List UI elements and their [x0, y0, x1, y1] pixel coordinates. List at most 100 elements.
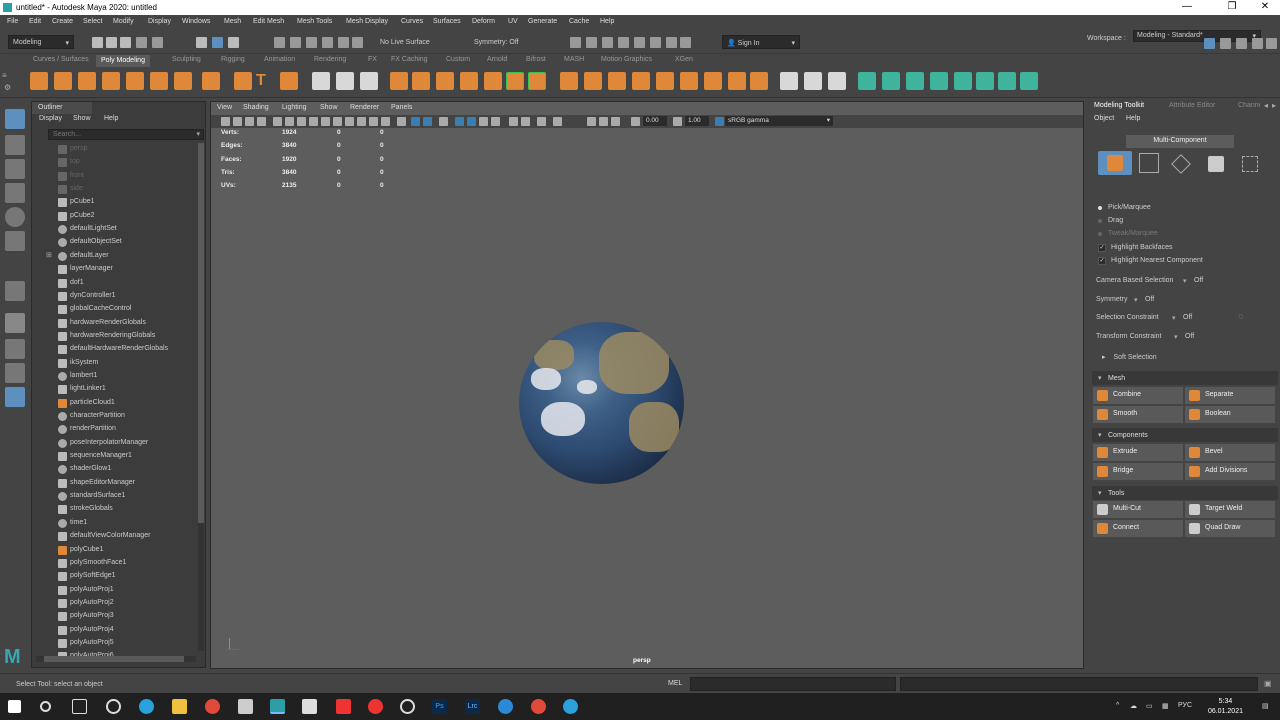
multi-component-button[interactable]: Multi-Component: [1126, 135, 1234, 148]
outliner-layout-icon[interactable]: [5, 387, 25, 407]
select-object-icon[interactable]: [212, 37, 223, 48]
planar-map-icon[interactable]: [882, 72, 900, 90]
chrome-icon[interactable]: [531, 699, 546, 714]
tray-chevron-icon[interactable]: ^: [1116, 702, 1119, 709]
field-chart-icon[interactable]: [321, 117, 330, 126]
cloud-icon[interactable]: ☁: [1130, 702, 1137, 710]
render-settings-icon[interactable]: [618, 37, 629, 48]
resolution-gate-icon[interactable]: [297, 117, 306, 126]
lasso-tool-icon[interactable]: [5, 135, 25, 155]
snap-point-icon[interactable]: [306, 37, 317, 48]
render-frame-icon[interactable]: [570, 37, 581, 48]
combine-icon[interactable]: [390, 72, 408, 90]
smooth-shade-icon[interactable]: [369, 117, 378, 126]
chrome-icon[interactable]: [205, 699, 220, 714]
menu-windows[interactable]: Windows: [182, 18, 210, 25]
super-shape-icon[interactable]: [234, 72, 252, 90]
chevron-down-icon[interactable]: ▾: [196, 130, 200, 138]
file-explorer-icon[interactable]: [172, 699, 187, 714]
mesh-section-header[interactable]: ▾ Mesh: [1092, 371, 1278, 385]
close-button[interactable]: ✕: [1250, 1, 1280, 12]
fill-hole-icon[interactable]: [656, 72, 674, 90]
save-scene-icon[interactable]: [120, 37, 131, 48]
camera-gamma-icon[interactable]: [599, 117, 608, 126]
pause-icon[interactable]: [680, 37, 691, 48]
ipr-render-icon[interactable]: [602, 37, 613, 48]
chevron-down-icon[interactable]: ▾: [1134, 296, 1138, 304]
platonic-solid-icon[interactable]: [202, 72, 220, 90]
cut-uv-icon[interactable]: [1020, 72, 1038, 90]
camera-based-selection-option[interactable]: Camera Based Selection ▾ Off: [1096, 277, 1203, 285]
menu-modify[interactable]: Modify: [113, 18, 134, 25]
bevel-button[interactable]: Bevel: [1185, 444, 1275, 461]
svg-icon[interactable]: [280, 72, 298, 90]
app-icon[interactable]: [238, 699, 253, 714]
maximize-button[interactable]: ❐: [1217, 1, 1247, 12]
new-scene-icon[interactable]: [92, 37, 103, 48]
poly-disc-icon[interactable]: [174, 72, 192, 90]
lang-indicator[interactable]: РУС: [1178, 702, 1192, 709]
menu-cache[interactable]: Cache: [569, 18, 589, 25]
notification-icon[interactable]: ▤: [1262, 702, 1269, 710]
boolean-icon[interactable]: [460, 72, 478, 90]
shadows-icon[interactable]: [439, 117, 448, 126]
windows-start-icon[interactable]: [8, 700, 21, 713]
select-component-icon[interactable]: [228, 37, 239, 48]
grid-icon[interactable]: [273, 117, 282, 126]
exposure-icon[interactable]: [631, 117, 640, 126]
boolean-button[interactable]: Boolean: [1185, 406, 1275, 423]
color-management-icon[interactable]: [715, 117, 724, 126]
quad-draw-icon[interactable]: [828, 72, 846, 90]
select-hierarchy-icon[interactable]: [196, 37, 207, 48]
film-gate-icon[interactable]: [285, 117, 294, 126]
depth-of-field-icon[interactable]: [491, 117, 500, 126]
smooth-icon[interactable]: [436, 72, 454, 90]
command-input[interactable]: [690, 677, 896, 691]
chevron-down-icon[interactable]: ▾: [1172, 314, 1176, 322]
bridge-button[interactable]: Bridge: [1093, 463, 1183, 480]
xray-active-icon[interactable]: [537, 117, 546, 126]
obs-icon[interactable]: [400, 699, 415, 714]
symmetry-option[interactable]: Symmetry ▾ Off: [1096, 296, 1154, 304]
select-tool-icon[interactable]: [5, 109, 25, 129]
tab-channel-box[interactable]: Channel: [1238, 102, 1260, 109]
soft-selection-section[interactable]: ▸ Soft Selection: [1102, 353, 1157, 361]
camera-attributes-icon[interactable]: [233, 117, 242, 126]
poly-sphere-icon[interactable]: [30, 72, 48, 90]
extract-icon[interactable]: [484, 72, 502, 90]
tab-modeling-toolkit[interactable]: Modeling Toolkit: [1094, 102, 1144, 109]
shelf-tab-motion-graphics[interactable]: Motion Graphics: [601, 56, 652, 63]
bookmark-icon[interactable]: [245, 117, 254, 126]
shelf-tab-arnold[interactable]: Arnold: [487, 56, 507, 63]
outliner-menu-display[interactable]: Display: [39, 115, 62, 122]
menu-mesh-display[interactable]: Mesh Display: [346, 18, 388, 25]
symmetry-label[interactable]: Symmetry: Off: [474, 39, 519, 46]
shelf-tab-animation[interactable]: Animation: [264, 56, 295, 63]
insert-edge-loop-icon[interactable]: [750, 72, 768, 90]
exposure-field[interactable]: 0.00: [643, 116, 667, 126]
face-mode-icon[interactable]: [1208, 156, 1224, 172]
particle-icon[interactable]: [360, 72, 378, 90]
network-icon[interactable]: ▦: [1162, 702, 1169, 710]
shelf-tab-bifrost[interactable]: Bifrost: [526, 56, 546, 63]
selection-constraint-option[interactable]: Selection Constraint ▾ Off 0: [1096, 314, 1243, 322]
channel-box-toggle-icon[interactable]: [1252, 38, 1263, 49]
shelf-tab-poly-modeling[interactable]: Poly Modeling: [96, 55, 150, 67]
attribute-editor-toggle-icon[interactable]: [1220, 38, 1231, 49]
menu-help[interactable]: Help: [600, 18, 614, 25]
telegram-icon[interactable]: [563, 699, 578, 714]
auto-map-icon[interactable]: [954, 72, 972, 90]
light-editor-icon[interactable]: [666, 37, 677, 48]
safe-title-icon[interactable]: [345, 117, 354, 126]
ambient-occlusion-icon[interactable]: [455, 117, 464, 126]
merge-icon[interactable]: [680, 72, 698, 90]
chevron-left-icon[interactable]: ◂: [1264, 101, 1268, 110]
constraint-value-field[interactable]: 0: [1239, 314, 1243, 321]
menu-mesh-tools[interactable]: Mesh Tools: [297, 18, 332, 25]
viewport-menu-lighting[interactable]: Lighting: [282, 104, 307, 111]
snap-surface-icon[interactable]: [338, 37, 349, 48]
multi-cut-button[interactable]: Multi-Cut: [1093, 501, 1183, 518]
layout-uv-icon[interactable]: [998, 72, 1016, 90]
shelf-tab-rendering[interactable]: Rendering: [314, 56, 346, 63]
snap-live-icon[interactable]: [352, 37, 363, 48]
